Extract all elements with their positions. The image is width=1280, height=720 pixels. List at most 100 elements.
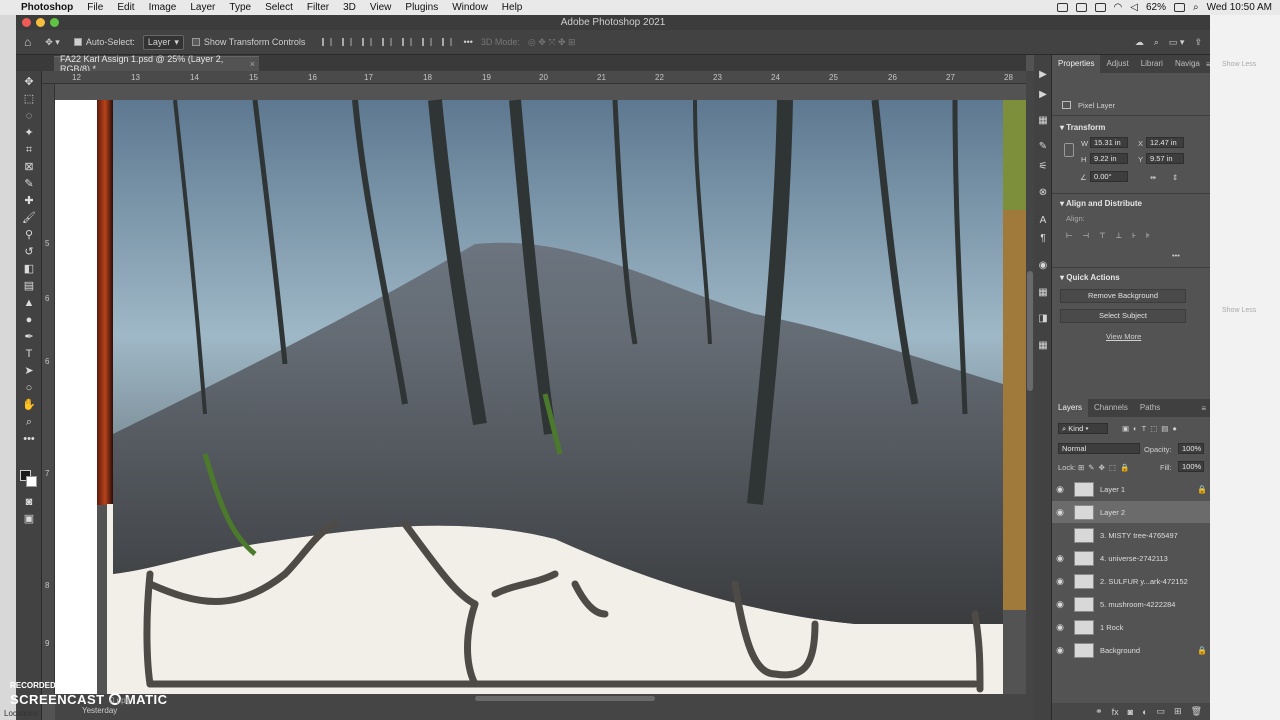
menu-window[interactable]: Window [445,2,495,13]
menu-select[interactable]: Select [258,2,300,13]
lasso-tool-icon[interactable]: ◌ [22,109,36,123]
angle-field[interactable]: 0.00° [1090,171,1128,182]
move-tool-icon[interactable]: ✥ [22,75,36,89]
visibility-eye-icon[interactable]: ◉ [1052,645,1068,656]
tab-layers[interactable]: Layers [1052,399,1089,417]
layer-style-icon[interactable]: fx [1112,707,1119,717]
menu-help[interactable]: Help [495,2,530,13]
patterns-icon[interactable]: ▦ [1037,340,1049,351]
brush-settings-icon[interactable]: ✎ [1037,141,1049,152]
workspace-icon[interactable]: ▭ ▾ [1169,37,1185,48]
wifi-icon[interactable]: ◠ [1114,2,1123,13]
zoom-window-button[interactable] [50,18,59,27]
layer-name[interactable]: 5. mushroom-4222284 [1100,600,1194,609]
menu-plugins[interactable]: Plugins [398,2,445,13]
paragraph-panel-icon[interactable]: ¶ [1037,233,1049,244]
layer-row[interactable]: 3. MISTY tree-4765497 [1052,524,1210,546]
edit-toolbar-icon[interactable]: ••• [22,432,36,446]
x-field[interactable]: 12.47 in [1146,137,1184,148]
auto-select-dropdown[interactable]: Layer ▾ [142,34,184,50]
menu-file[interactable]: File [80,2,110,13]
color-panel-icon[interactable]: ▦ [1037,115,1049,126]
3d-panel-icon[interactable]: ◉ [1037,260,1049,271]
visibility-eye-icon[interactable]: ◉ [1052,622,1068,633]
align-bottom-icon[interactable] [422,38,433,46]
more-align-icon[interactable]: ••• [1172,251,1180,260]
menu-view[interactable]: View [363,2,399,13]
layer-filter-icons[interactable]: ▣◐T⬚▤● [1122,424,1181,433]
blend-mode-dropdown[interactable]: Normal [1058,443,1140,454]
visibility-eye-icon[interactable]: ◉ [1052,484,1068,495]
clone-stamp-tool-icon[interactable]: ⚲ [22,228,36,242]
distribute-icon[interactable] [442,38,453,46]
battery-percent[interactable]: 62% [1146,2,1166,13]
layer-row[interactable]: ◉ Layer 1 🔒 [1052,478,1210,500]
layer-name[interactable]: 4. universe-2742113 [1100,554,1194,563]
show-transform-toggle[interactable]: Show Transform Controls [191,37,305,47]
gradients-icon[interactable]: ◨ [1037,313,1049,324]
show-less-link-2[interactable]: Show Less [1222,307,1256,314]
gradient-tool-icon[interactable]: ▤ [22,279,36,293]
actions-panel-icon[interactable]: ▶ [1037,89,1049,100]
close-tab-icon[interactable]: × [250,59,259,69]
flip-vertical-icon[interactable]: ⇕ [1172,173,1178,182]
close-window-button[interactable] [22,18,31,27]
flip-horizontal-icon[interactable]: ⇹ [1150,173,1156,182]
new-layer-icon[interactable]: ⊞ [1174,706,1182,717]
layer-name[interactable]: 1 Rock [1100,623,1194,632]
character-panel-icon[interactable]: A [1037,215,1049,226]
menu-3d[interactable]: 3D [336,2,363,13]
hand-tool-icon[interactable]: ✋ [22,398,36,412]
minimize-window-button[interactable] [36,18,45,27]
visibility-eye-icon[interactable]: ◉ [1052,599,1068,610]
dropbox-icon[interactable] [1056,3,1068,12]
new-group-icon[interactable]: ▭ [1157,706,1166,717]
delete-layer-icon[interactable]: 🗑 [1191,706,1202,717]
panel-menu-icon[interactable]: ≡ [1206,60,1210,69]
tab-channels[interactable]: Channels [1088,399,1134,417]
menu-layer[interactable]: Layer [183,2,222,13]
screen-mode-icon[interactable]: ▣ [22,512,36,526]
layer-name[interactable]: Background [1100,646,1194,655]
align-top-icon[interactable] [382,38,393,46]
spotlight-icon[interactable]: ⌕ [1193,2,1199,13]
select-subject-button[interactable]: Select Subject [1060,309,1186,323]
visibility-eye-icon[interactable]: ◉ [1052,553,1068,564]
zoom-tool-icon[interactable]: ⌕ [22,415,36,429]
cloud-icon[interactable]: ☁ [1135,37,1144,48]
view-more-link[interactable]: View More [1106,332,1141,341]
search-icon[interactable]: ⌕ [1154,37,1159,48]
eyedropper-tool-icon[interactable]: ✎ [22,177,36,191]
layer-row[interactable]: ◉ Layer 2 [1052,501,1210,523]
dodge-tool-icon[interactable]: ● [22,313,36,327]
layer-name[interactable]: Layer 1 [1100,485,1194,494]
auto-select-toggle[interactable]: Auto-Select: [73,37,135,47]
crop-tool-icon[interactable]: ⌗ [22,143,36,157]
layer-name[interactable]: Layer 2 [1100,508,1194,517]
brushes-icon[interactable]: ⚟ [1037,161,1049,172]
path-selection-tool-icon[interactable]: ➤ [22,364,36,378]
swatches-icon[interactable]: ▦ [1037,287,1049,298]
visibility-eye-icon[interactable]: ◉ [1052,576,1068,587]
auto-select-checkbox[interactable] [73,38,82,46]
height-field[interactable]: 9.22 in [1090,153,1128,164]
move-tool-preset-icon[interactable]: ✥ ▾ [45,37,60,48]
align-center-icon[interactable] [342,38,353,46]
width-field[interactable]: 15.31 in [1090,137,1128,148]
y-field[interactable]: 9.57 in [1146,153,1184,164]
document-canvas[interactable] [55,84,1026,694]
healing-brush-tool-icon[interactable]: ✚ [22,194,36,208]
frame-tool-icon[interactable]: ⊠ [22,160,36,174]
eraser-tool-icon[interactable]: ◧ [22,262,36,276]
visibility-eye-icon[interactable]: ◉ [1052,507,1068,518]
vertical-scrollbar[interactable] [1026,71,1034,720]
layer-row[interactable]: ◉ 1 Rock [1052,616,1210,638]
document-tab[interactable]: FA22 Karl Assign 1.psd @ 25% (Layer 2, R… [54,54,259,74]
adjustment-layer-icon[interactable]: ◐ [1142,707,1147,717]
pen-tool-icon[interactable]: ✒ [22,330,36,344]
align-right-icon[interactable] [362,38,373,46]
tab-libraries[interactable]: Librari [1135,55,1169,73]
menu-edit[interactable]: Edit [110,2,141,13]
remove-background-button[interactable]: Remove Background [1060,289,1186,303]
share-icon[interactable]: ⇪ [1194,37,1202,48]
